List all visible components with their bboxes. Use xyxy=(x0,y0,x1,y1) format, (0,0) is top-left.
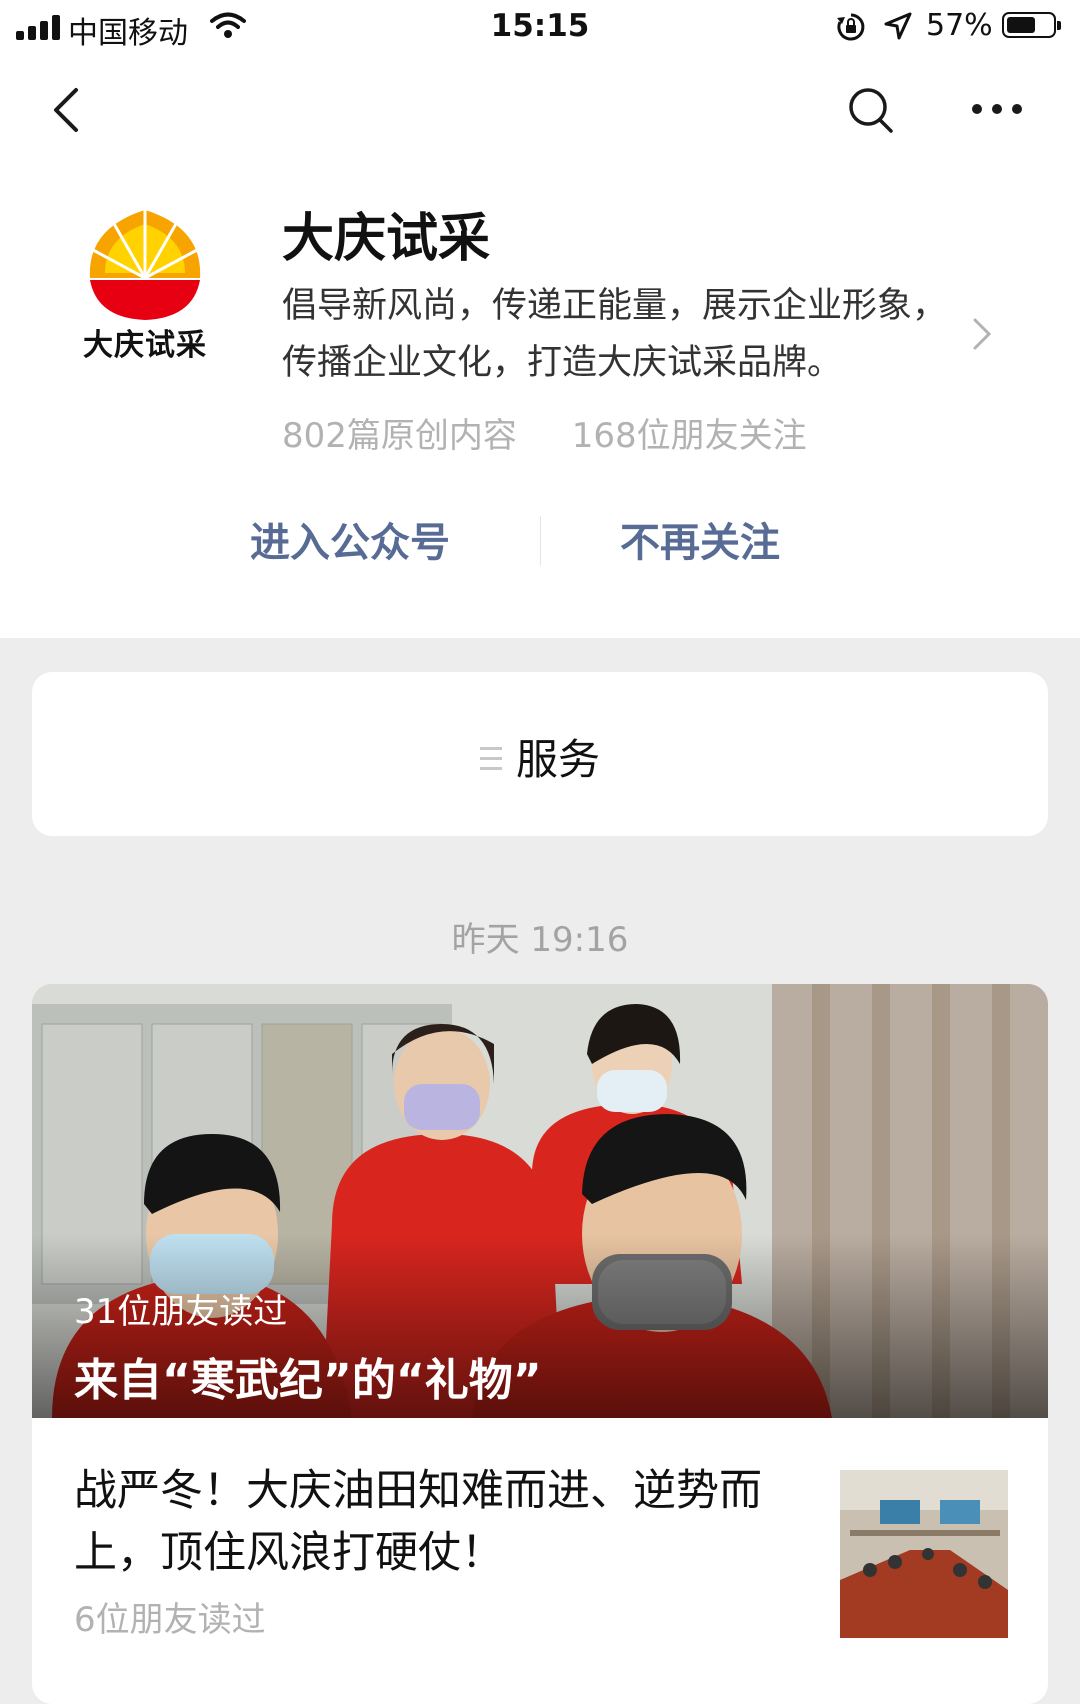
search-icon[interactable] xyxy=(846,82,896,138)
account-stats: 802篇原创内容 168位朋友关注 xyxy=(282,408,807,457)
action-divider xyxy=(540,516,541,566)
article-reads: 6位朋友读过 xyxy=(74,1600,266,1640)
service-card[interactable]: 服务 xyxy=(32,672,1048,836)
battery-icon xyxy=(1002,12,1061,38)
back-icon[interactable] xyxy=(46,82,86,138)
chevron-right-icon[interactable] xyxy=(970,316,994,352)
article-card: 31位朋友读过 来自“寒武纪”的“礼物” 战严冬！大庆油田知难而进、逆势而上，顶… xyxy=(32,984,1048,1704)
more-icon[interactable] xyxy=(970,96,1024,122)
feed-date: 昨天 19:16 xyxy=(451,920,629,960)
article-cover-image[interactable]: 31位朋友读过 来自“寒武纪”的“礼物” xyxy=(32,984,1048,1418)
unfollow-button[interactable]: 不再关注 xyxy=(620,510,780,568)
article-title[interactable]: 来自“寒武纪”的“礼物” xyxy=(74,1344,542,1408)
status-time: 15:15 xyxy=(490,8,590,44)
article-reads: 31位朋友读过 xyxy=(74,1292,288,1332)
account-name: 大庆试采 xyxy=(282,209,491,269)
service-label: 服务 xyxy=(515,735,600,784)
enter-account-button[interactable]: 进入公众号 xyxy=(250,510,450,568)
account-description[interactable]: 倡导新风尚，传递正能量，展示企业形象，传播企业文化，打造大庆试采品牌。 xyxy=(282,278,962,392)
menu-icon xyxy=(479,746,502,771)
location-icon xyxy=(884,12,912,40)
logo-text: 大庆试采 xyxy=(83,328,207,363)
rotation-lock-icon xyxy=(837,13,865,41)
battery-percent: 57% xyxy=(926,8,993,43)
original-count: 802篇原创内容 xyxy=(282,416,517,456)
status-bar: 中国移动 15:15 57% xyxy=(0,0,1080,56)
article-title[interactable]: 战严冬！大庆油田知难而进、逆势而上，顶住风浪打硬仗！ xyxy=(74,1460,814,1584)
article-thumbnail[interactable] xyxy=(840,1470,1008,1638)
friends-following: 168位朋友关注 xyxy=(571,416,807,456)
